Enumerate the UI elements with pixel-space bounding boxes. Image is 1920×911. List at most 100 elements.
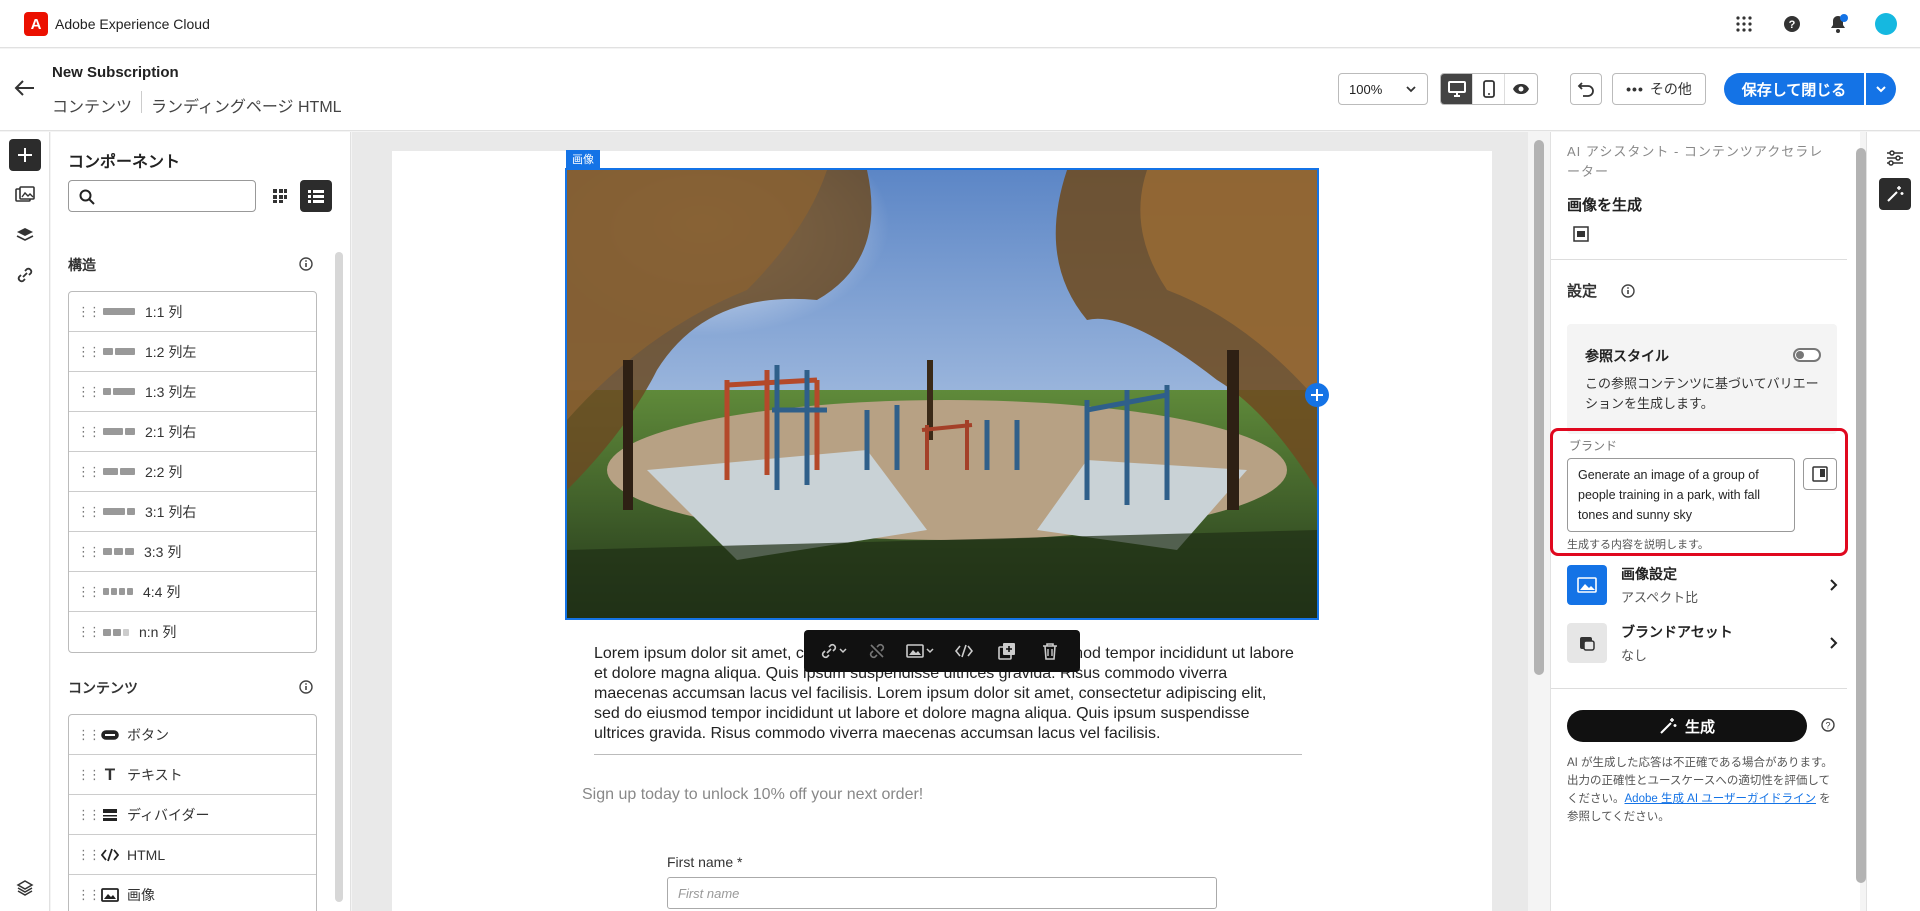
structure-item-1-3[interactable]: ⋮⋮ 1:3 列左 — [69, 372, 316, 412]
assets-button[interactable] — [9, 179, 41, 211]
ai-disclaimer: AI が生成した応答は不正確である場合があります。出力の正確性とユースケースへの… — [1567, 757, 1833, 823]
zoom-value: 100% — [1349, 81, 1383, 97]
first-name-field[interactable]: First name — [667, 877, 1217, 909]
mobile-view-button[interactable] — [1473, 74, 1505, 104]
structure-item-2-2[interactable]: ⋮⋮ 2:2 列 — [69, 452, 316, 492]
signup-text[interactable]: Sign up today to unlock 10% off your nex… — [582, 786, 923, 804]
brand-assets-row[interactable]: ブランドアセット なし — [1567, 620, 1839, 666]
component-search-input[interactable] — [68, 180, 256, 212]
breadcrumb-landing-page[interactable]: ランディングページ HTML — [151, 93, 342, 117]
drag-handle-icon: ⋮⋮ — [77, 624, 101, 639]
notification-bell-icon[interactable] — [1826, 12, 1850, 36]
links-button[interactable] — [9, 259, 41, 291]
help-icon[interactable]: ? — [1821, 718, 1835, 732]
panel-divider — [1551, 688, 1847, 689]
undo-button[interactable] — [1570, 73, 1602, 105]
guidelines-link[interactable]: Adobe 生成 AI ユーザーガイドライン — [1625, 793, 1816, 805]
structure-section-label: 構造 — [68, 257, 96, 273]
brand-prompt-highlight — [1550, 428, 1848, 556]
image-settings-row[interactable]: 画像設定 アスペクト比 — [1567, 562, 1839, 608]
delete-button[interactable] — [1035, 636, 1065, 666]
zoom-select[interactable]: 100% — [1338, 73, 1428, 105]
drag-handle-icon: ⋮⋮ — [77, 303, 101, 319]
components-panel: コンポーネント 構造 ⋮⋮ 1:1 列 ⋮⋮ 1:2 列左 ⋮⋮ 1:3 列左 ⋮⋮ 2… — [51, 132, 351, 911]
divider-line — [594, 754, 1302, 755]
divider-icon — [101, 808, 119, 822]
page-title: New Subscription — [52, 64, 179, 81]
link-icon — [17, 267, 33, 283]
link-menu-button[interactable] — [819, 636, 849, 666]
brand-assets-value: なし — [1621, 648, 1648, 663]
adobe-logo-icon[interactable]: A — [24, 12, 48, 36]
structure-item-1-2[interactable]: ⋮⋮ 1:2 列左 — [69, 332, 316, 372]
canvas-scrollbar[interactable] — [1534, 140, 1544, 675]
more-button[interactable]: ••• その他 — [1612, 73, 1706, 105]
assistant-title: AI アシスタント - コンテンツアクセラレーター — [1567, 144, 1824, 179]
save-options-button[interactable] — [1866, 73, 1896, 105]
content-item-text[interactable]: ⋮⋮ T テキスト — [69, 755, 316, 795]
generate-button[interactable]: 生成 — [1567, 710, 1807, 742]
unlink-icon — [869, 643, 885, 659]
image-icon — [101, 888, 119, 902]
layers-button[interactable] — [9, 219, 41, 251]
ai-assistant-button[interactable] — [1879, 178, 1911, 210]
content-item-button[interactable]: ⋮⋮ ボタン — [69, 715, 316, 755]
unlink-button[interactable] — [862, 636, 892, 666]
svg-text:?: ? — [1825, 721, 1830, 731]
device-toggle-group — [1440, 73, 1538, 105]
info-icon[interactable] — [1621, 284, 1635, 298]
structure-item-1-1[interactable]: ⋮⋮ 1:1 列 — [69, 292, 316, 332]
back-arrow-icon[interactable] — [14, 79, 36, 97]
content-item-html[interactable]: ⋮⋮ HTML — [69, 835, 316, 875]
user-avatar-icon[interactable] — [1874, 12, 1898, 36]
code-button[interactable] — [949, 636, 979, 666]
layers-icon — [16, 228, 34, 241]
structure-item-n-n[interactable]: ⋮⋮ n:n 列 — [69, 612, 316, 652]
desktop-view-button[interactable] — [1441, 74, 1473, 104]
content-item-image[interactable]: ⋮⋮ 画像 — [69, 875, 316, 911]
assistant-subtitle: 画像を生成 — [1567, 197, 1643, 214]
grid-view-button[interactable] — [264, 180, 296, 212]
info-icon[interactable] — [299, 680, 313, 694]
assistant-scrollbar[interactable] — [1856, 148, 1866, 883]
chevron-down-icon — [1406, 86, 1416, 93]
structure-item-3-1[interactable]: ⋮⋮ 3:1 列右 — [69, 492, 316, 532]
brand-assets-icon — [1567, 623, 1607, 663]
drag-handle-icon: ⋮⋮ — [77, 583, 101, 599]
help-icon[interactable]: ? — [1780, 12, 1804, 36]
image-settings-label: 画像設定 — [1621, 566, 1677, 582]
apps-grid-icon[interactable] — [1732, 12, 1756, 36]
code-icon — [954, 644, 973, 658]
sliders-icon — [1887, 150, 1903, 166]
text-icon: T — [104, 764, 116, 784]
bottom-layers-button[interactable] — [9, 872, 41, 904]
more-label: その他 — [1649, 81, 1692, 97]
selected-image-block[interactable] — [565, 168, 1319, 620]
add-components-button[interactable] — [9, 139, 41, 171]
structure-item-2-1[interactable]: ⋮⋮ 2:1 列右 — [69, 412, 316, 452]
first-name-label: First name * — [667, 854, 743, 870]
structure-list: ⋮⋮ 1:1 列 ⋮⋮ 1:2 列左 ⋮⋮ 1:3 列左 ⋮⋮ 2:1 列右 ⋮⋮ 2:2… — [68, 291, 317, 653]
duplicate-button[interactable] — [992, 636, 1022, 666]
assets-icon — [15, 186, 35, 202]
breadcrumb-content[interactable]: コンテンツ — [52, 93, 132, 117]
reference-style-toggle[interactable] — [1793, 348, 1821, 362]
components-scrollbar[interactable] — [335, 252, 343, 902]
preview-button[interactable] — [1505, 74, 1537, 104]
content-item-divider[interactable]: ⋮⋮ ディバイダー — [69, 795, 316, 835]
mobile-icon — [1482, 80, 1495, 98]
properties-button[interactable] — [1879, 142, 1911, 174]
save-and-close-button[interactable]: 保存して閉じる — [1724, 73, 1864, 105]
info-icon[interactable] — [299, 257, 313, 271]
chevron-right-icon — [1830, 579, 1838, 591]
list-view-button[interactable] — [300, 180, 332, 212]
structure-item-3-3[interactable]: ⋮⋮ 3:3 列 — [69, 532, 316, 572]
structure-item-4-4[interactable]: ⋮⋮ 4:4 列 — [69, 572, 316, 612]
svg-text:?: ? — [1789, 19, 1796, 31]
drag-handle-icon: ⋮⋮ — [77, 463, 101, 479]
image-menu-button[interactable] — [905, 636, 935, 666]
add-block-handle[interactable] — [1305, 383, 1329, 407]
left-rail — [0, 132, 50, 911]
reference-style-label: 参照スタイル — [1585, 348, 1669, 364]
drag-handle-icon: ⋮⋮ — [77, 343, 101, 359]
